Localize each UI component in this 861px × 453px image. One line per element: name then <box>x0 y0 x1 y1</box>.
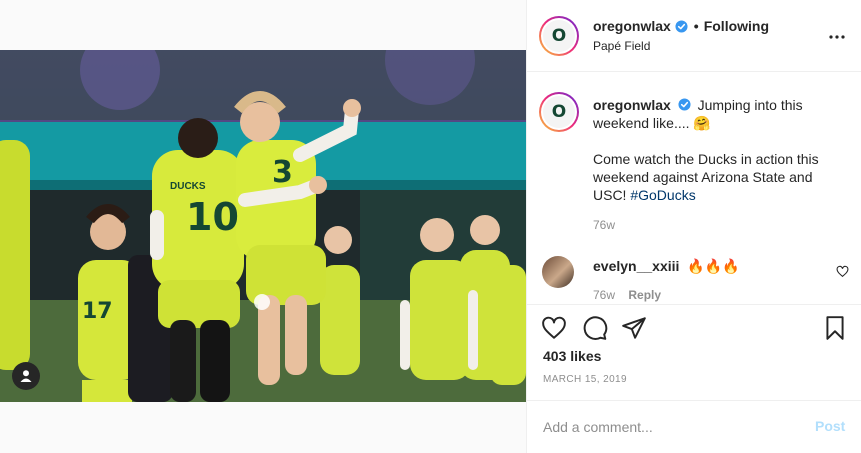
author-username[interactable]: oregonwlax <box>593 18 671 34</box>
comment-timestamp[interactable]: 76w <box>593 288 615 302</box>
user-tag-icon[interactable] <box>12 362 40 390</box>
jersey-word-text: DUCKS <box>170 181 206 192</box>
post-actions: 403 likes MARCH 15, 2019 <box>527 304 861 400</box>
likes-count[interactable]: 403 likes <box>543 348 601 364</box>
post-side-panel: O oregonwlax • Following Papé Field O or… <box>526 0 861 453</box>
post-date[interactable]: MARCH 15, 2019 <box>543 374 627 385</box>
separator-dot: • <box>693 18 699 34</box>
location-link[interactable]: Papé Field <box>593 39 650 53</box>
jersey-number-front: 10 <box>186 195 239 239</box>
comments-section[interactable]: O oregonwlax Jumping into this weekend l… <box>527 72 861 304</box>
reply-button[interactable]: Reply <box>628 288 661 302</box>
jersey-number-back: 3 <box>272 155 293 190</box>
instagram-post: DUCKS 10 3 17 O oregonwlax • Following P… <box>0 0 861 453</box>
caption-username[interactable]: oregonwlax <box>593 97 671 113</box>
comment-input[interactable] <box>543 417 803 437</box>
jersey-number-left: 17 <box>82 299 113 324</box>
bookmark-icon[interactable] <box>822 315 848 341</box>
heart-icon[interactable] <box>541 315 567 341</box>
post-caption: oregonwlax Jumping into this weekend lik… <box>593 96 843 204</box>
comment-icon[interactable] <box>582 315 608 341</box>
soccer-photo-illustration: DUCKS 10 3 17 <box>0 50 526 402</box>
caption-timestamp[interactable]: 76w <box>593 218 615 232</box>
comment-row: evelyn__xxiii 🔥🔥🔥 <box>593 258 740 275</box>
share-icon[interactable] <box>621 315 647 341</box>
header-user-line: oregonwlax • Following <box>593 18 769 34</box>
post-comment-button[interactable]: Post <box>815 418 845 434</box>
add-comment-bar: Post <box>527 400 861 453</box>
author-avatar[interactable]: O <box>539 16 579 56</box>
more-options-icon[interactable] <box>825 27 849 47</box>
post-photo[interactable]: DUCKS 10 3 17 <box>0 50 526 402</box>
comment-text: 🔥🔥🔥 <box>687 258 740 274</box>
verified-badge-icon <box>675 19 688 33</box>
commenter-username[interactable]: evelyn__xxiii <box>593 258 679 274</box>
oregon-o-logo: O <box>551 101 567 122</box>
comment-like-heart-icon[interactable] <box>836 265 849 278</box>
hashtag-link[interactable]: #GoDucks <box>630 187 695 203</box>
caption-author-avatar[interactable]: O <box>539 92 579 132</box>
caption-text-second: Come watch the Ducks in action this week… <box>593 151 819 203</box>
post-header: O oregonwlax • Following Papé Field <box>527 0 861 72</box>
commenter-avatar[interactable] <box>542 256 574 288</box>
comment-meta: 76w Reply <box>593 288 671 302</box>
verified-badge-icon <box>678 98 691 111</box>
oregon-o-logo: O <box>551 25 567 46</box>
following-button[interactable]: Following <box>704 18 769 34</box>
